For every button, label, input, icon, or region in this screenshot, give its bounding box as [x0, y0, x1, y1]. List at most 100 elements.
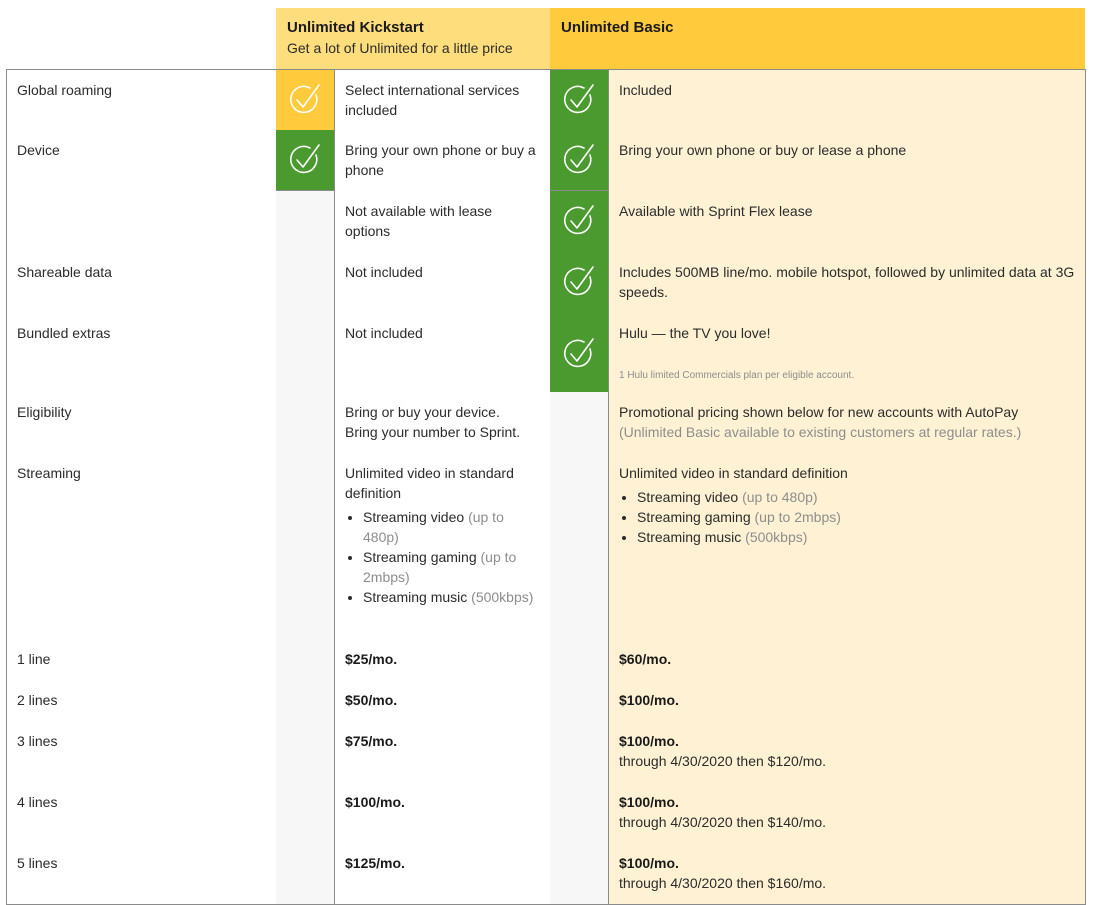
- streaming-item-name: Streaming gaming: [363, 549, 477, 565]
- kickstart-shareable-data: Not included: [335, 252, 551, 314]
- eligibility-line: Promotional pricing shown below for new …: [619, 404, 1019, 420]
- price-value: $100/mo.: [619, 855, 679, 871]
- eligibility-line: Bring your number to Sprint.: [345, 424, 521, 440]
- row-label-1-line: 1 line: [6, 639, 277, 681]
- basic-device-own: Bring your own phone or buy or lease a p…: [609, 130, 1086, 192]
- basic-status-price: [550, 680, 609, 722]
- price-note: through 4/30/2020 then $160/mo.: [619, 875, 827, 891]
- streaming-item-name: Streaming video: [637, 489, 739, 505]
- basic-eligibility: Promotional pricing shown below for new …: [609, 392, 1086, 454]
- check-circle-icon: [559, 79, 599, 119]
- basic-price-1-line: $60/mo.: [609, 639, 1086, 681]
- basic-bundled-extras: Hulu — the TV you love! 1 Hulu limited C…: [609, 313, 1086, 393]
- price-value: $100/mo.: [619, 733, 679, 749]
- streaming-item-detail: (500kbps): [745, 529, 808, 545]
- streaming-item-name: Streaming video: [363, 509, 465, 525]
- plan-title: Unlimited Basic: [561, 19, 674, 36]
- price-note: through 4/30/2020 then $140/mo.: [619, 814, 827, 830]
- check-circle-icon: [559, 333, 599, 373]
- row-label-bundled-extras: Bundled extras: [6, 313, 277, 393]
- kickstart-price-2-lines: $50/mo.: [335, 680, 551, 722]
- kickstart-status-price: [276, 639, 335, 681]
- basic-status-price: [550, 721, 609, 783]
- price-note: through 4/30/2020 then $120/mo.: [619, 753, 827, 769]
- basic-device-lease: Available with Sprint Flex lease: [609, 191, 1086, 253]
- basic-status-device-lease: [550, 191, 609, 253]
- kickstart-price-3-lines: $75/mo.: [335, 721, 551, 783]
- price-value: $100/mo.: [619, 692, 679, 708]
- basic-status-bundled-extras: [550, 313, 609, 393]
- kickstart-status-streaming: [276, 453, 335, 640]
- basic-price-3-lines: $100/mo. through 4/30/2020 then $120/mo.: [609, 721, 1086, 783]
- kickstart-status-bundled-extras: [276, 313, 335, 393]
- streaming-item: Streaming music (500kbps): [363, 587, 540, 607]
- bundled-extras-footnote: 1 Hulu limited Commercials plan per elig…: [619, 370, 855, 381]
- kickstart-status-price: [276, 721, 335, 783]
- check-circle-icon: [559, 261, 599, 301]
- kickstart-status-price: [276, 680, 335, 722]
- streaming-item: Streaming gaming (up to 2mbps): [363, 547, 540, 587]
- basic-status-device-own: [550, 130, 609, 191]
- streaming-item-detail: (up to 480p): [742, 489, 818, 505]
- basic-global-roaming: Included: [609, 69, 1086, 131]
- check-circle-icon: [285, 139, 325, 179]
- basic-shareable-data: Includes 500MB line/mo. mobile hotspot, …: [609, 252, 1086, 314]
- kickstart-eligibility: Bring or buy your device. Bring your num…: [335, 392, 551, 454]
- row-label-global-roaming: Global roaming: [6, 69, 277, 131]
- kickstart-status-price: [276, 782, 335, 844]
- basic-status-eligibility: [550, 392, 609, 454]
- basic-status-price: [550, 639, 609, 681]
- basic-status-global-roaming: [550, 69, 609, 131]
- kickstart-status-eligibility: [276, 392, 335, 454]
- kickstart-price-1-line: $25/mo.: [335, 639, 551, 681]
- streaming-item: Streaming video (up to 480p): [363, 507, 540, 547]
- streaming-item: Streaming video (up to 480p): [637, 487, 1075, 507]
- streaming-item-name: Streaming gaming: [637, 509, 751, 525]
- kickstart-status-global-roaming: [276, 69, 335, 131]
- basic-price-4-lines: $100/mo. through 4/30/2020 then $140/mo.: [609, 782, 1086, 844]
- streaming-item: Streaming music (500kbps): [637, 527, 1075, 547]
- basic-status-price: [550, 782, 609, 844]
- streaming-item-name: Streaming music: [637, 529, 742, 545]
- check-circle-icon: [285, 79, 325, 119]
- row-label-streaming: Streaming: [6, 453, 277, 640]
- kickstart-status-device-own: [276, 130, 335, 191]
- kickstart-status-device-lease: [276, 191, 335, 253]
- plan-header-basic: Unlimited Basic: [550, 8, 1085, 69]
- eligibility-note: (Unlimited Basic available to existing c…: [619, 424, 1022, 440]
- streaming-item: Streaming gaming (up to 2mbps): [637, 507, 1075, 527]
- kickstart-device-lease: Not available with lease options: [335, 191, 551, 253]
- streaming-intro: Unlimited video in standard definition: [619, 465, 848, 481]
- eligibility-line: Bring or buy your device.: [345, 404, 500, 420]
- kickstart-price-4-lines: $100/mo.: [335, 782, 551, 844]
- bundled-extras-text: Hulu — the TV you love!: [619, 325, 771, 341]
- kickstart-global-roaming: Select international services included: [335, 69, 551, 131]
- row-label-device: Device: [6, 130, 277, 253]
- streaming-item-name: Streaming music: [363, 589, 468, 605]
- streaming-item-detail: (up to 2mbps): [754, 509, 841, 525]
- basic-status-shareable-data: [550, 252, 609, 314]
- basic-price-2-lines: $100/mo.: [609, 680, 1086, 722]
- row-label-4-lines: 4 lines: [6, 782, 277, 844]
- plan-header-kickstart: Unlimited Kickstart Get a lot of Unlimit…: [276, 8, 550, 69]
- price-value: $60/mo.: [619, 651, 672, 667]
- plan-tagline: Get a lot of Unlimited for a little pric…: [287, 40, 513, 56]
- streaming-item-detail: (500kbps): [471, 589, 534, 605]
- row-label-2-lines: 2 lines: [6, 680, 277, 722]
- streaming-list: Streaming video (up to 480p) Streaming g…: [345, 507, 540, 607]
- kickstart-device-own: Bring your own phone or buy a phone: [335, 130, 551, 192]
- row-label-3-lines: 3 lines: [6, 721, 277, 783]
- kickstart-status-shareable-data: [276, 252, 335, 314]
- kickstart-streaming: Unlimited video in standard definition S…: [335, 453, 551, 640]
- check-circle-icon: [559, 139, 599, 179]
- check-circle-icon: [559, 200, 599, 240]
- streaming-list: Streaming video (up to 480p) Streaming g…: [619, 487, 1075, 547]
- streaming-intro: Unlimited video in standard definition: [345, 465, 514, 501]
- price-value: $100/mo.: [619, 794, 679, 810]
- plan-title: Unlimited Kickstart: [287, 19, 424, 36]
- row-label-shareable-data: Shareable data: [6, 252, 277, 314]
- kickstart-bundled-extras: Not included: [335, 313, 551, 393]
- row-label-eligibility: Eligibility: [6, 392, 277, 454]
- basic-status-streaming: [550, 453, 609, 640]
- basic-streaming: Unlimited video in standard definition S…: [609, 453, 1086, 640]
